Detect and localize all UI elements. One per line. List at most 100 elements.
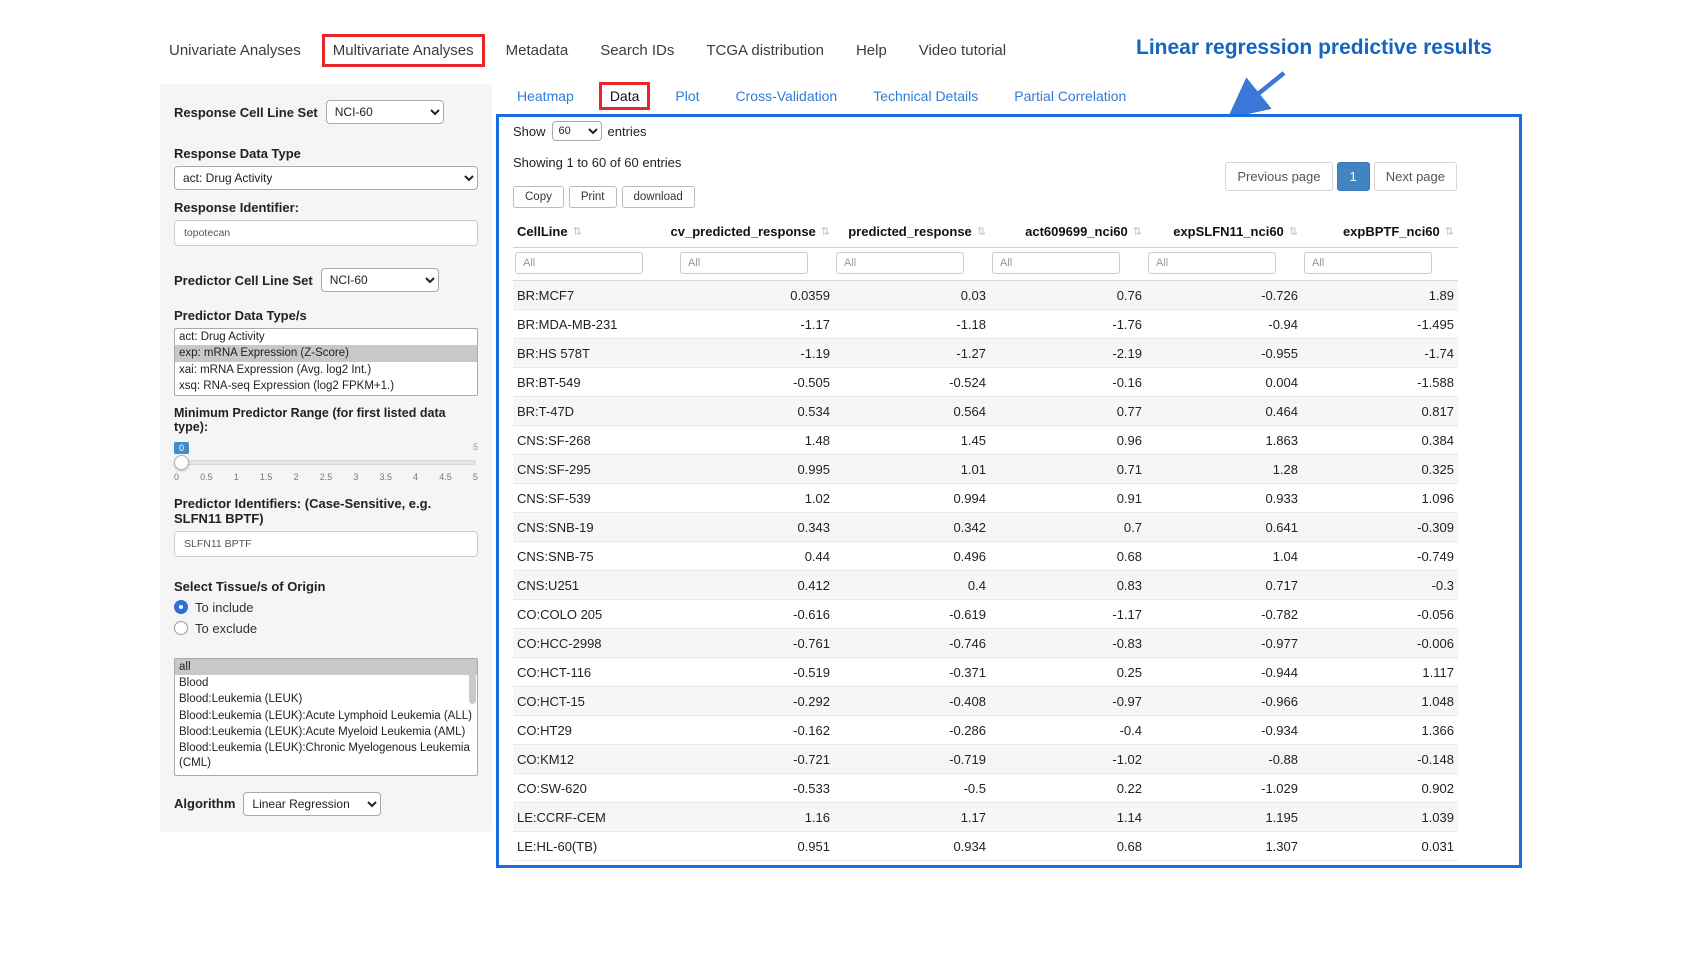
scrollbar[interactable] [469,660,476,704]
value-cell: -1.74 [1302,339,1458,368]
value-cell: 1.096 [1302,484,1458,513]
listbox-option[interactable]: act: Drug Activity [175,329,477,345]
column-filter-input[interactable] [1148,252,1276,274]
next-page-button[interactable]: Next page [1374,162,1457,191]
value-cell: -0.3 [1302,571,1458,600]
value-cell: 1.89 [1302,281,1458,310]
value-cell: 0.83 [990,571,1146,600]
value-cell: -0.88 [1146,745,1302,774]
response-identifier-input[interactable] [174,220,478,246]
response-data-type-select[interactable]: act: Drug Activity [174,166,478,190]
slider-handle[interactable] [174,455,189,470]
value-cell: 1.28 [1146,455,1302,484]
entries-count-select[interactable]: 60 [552,121,602,141]
tab-data[interactable]: Data [599,82,651,110]
column-filter-input[interactable] [836,252,964,274]
tab-cross-validation[interactable]: Cross-Validation [725,82,849,110]
cellline-cell: BR:BT-549 [513,368,678,397]
tab-plot[interactable]: Plot [664,82,710,110]
sort-icon[interactable]: ⇅ [573,225,582,238]
column-filter-input[interactable] [515,252,643,274]
slider-ticks: 00.511.522.533.544.55 [174,472,478,482]
tab-heatmap[interactable]: Heatmap [506,82,585,110]
column-filter-input[interactable] [680,252,808,274]
predictor-cell-line-set-select[interactable]: NCI-60 [321,268,439,292]
value-cell: -0.286 [834,716,990,745]
results-panel: Show 60 entries Showing 1 to 60 of 60 en… [496,114,1522,868]
value-cell: 0.004 [1146,368,1302,397]
column-header-act609699-nci60[interactable]: act609699_nci60⇅ [990,216,1146,248]
value-cell: 0.68 [990,542,1146,571]
value-cell: 0.464 [1146,397,1302,426]
value-cell: -0.524 [834,368,990,397]
table-row: CO:SW-620-0.533-0.50.22-1.0290.902 [513,774,1458,803]
listbox-option[interactable]: Blood [175,675,477,691]
nav-item-search-ids[interactable]: Search IDs [589,34,685,67]
cellline-cell: CNS:SF-539 [513,484,678,513]
table-row: CNS:SNB-190.3430.3420.70.641-0.309 [513,513,1458,542]
pagination: Previous page 1 Next page [1225,162,1457,191]
tab-technical-details[interactable]: Technical Details [862,82,989,110]
listbox-option[interactable]: xai: mRNA Expression (Avg. log2 Int.) [175,362,477,378]
response-cell-line-set-select[interactable]: NCI-60 [326,100,444,124]
column-header-cv-predicted-response[interactable]: cv_predicted_response⇅ [678,216,834,248]
value-cell: 0.564 [834,397,990,426]
value-cell: 0.951 [678,832,834,861]
listbox-option[interactable]: xsq: RNA-seq Expression (log2 FPKM+1.) [175,378,477,394]
value-cell: -0.292 [678,687,834,716]
value-cell: -0.934 [1146,716,1302,745]
print-button[interactable]: Print [569,186,617,208]
listbox-option[interactable]: all [175,659,477,675]
previous-page-button[interactable]: Previous page [1225,162,1332,191]
sort-icon[interactable]: ⇅ [977,225,986,238]
column-header-expslfn11-nci60[interactable]: expSLFN11_nci60⇅ [1146,216,1302,248]
listbox-option[interactable]: exp: mRNA Expression (Z-Score) [175,345,477,361]
value-cell: 0.71 [990,455,1146,484]
slider-tick-label: 3.5 [379,472,392,482]
tissue-include-radio[interactable]: To include [174,600,478,615]
value-cell: 0.496 [834,542,990,571]
cellline-cell: BR:MDA-MB-231 [513,310,678,339]
download-button[interactable]: download [622,186,695,208]
value-cell: 0.03 [834,281,990,310]
nav-item-univariate-analyses[interactable]: Univariate Analyses [158,34,312,67]
listbox-option[interactable]: Blood:Leukemia (LEUK):Acute Myeloid Leuk… [175,724,477,740]
current-page-button[interactable]: 1 [1337,162,1370,191]
cellline-cell: BR:HS 578T [513,339,678,368]
nav-item-multivariate-analyses[interactable]: Multivariate Analyses [322,34,485,67]
sort-icon[interactable]: ⇅ [1289,225,1298,238]
value-cell: 1.048 [1302,687,1458,716]
nav-item-tcga-distribution[interactable]: TCGA distribution [695,34,835,67]
value-cell: 0.534 [678,397,834,426]
copy-button[interactable]: Copy [513,186,564,208]
column-filter-input[interactable] [992,252,1120,274]
slider-tick-label: 0.5 [200,472,213,482]
value-cell: 1.195 [1146,803,1302,832]
cellline-cell: CNS:U251 [513,571,678,600]
listbox-option[interactable]: Blood:Leukemia (LEUK):Chronic Myelogenou… [175,740,477,771]
listbox-option[interactable]: Blood:Leukemia (LEUK):Acute Lymphoid Leu… [175,708,477,724]
nav-item-video-tutorial[interactable]: Video tutorial [908,34,1017,67]
tissue-exclude-radio[interactable]: To exclude [174,621,478,636]
nav-item-help[interactable]: Help [845,34,898,67]
listbox-option[interactable]: Blood:Leukemia (LEUK) [175,691,477,707]
tab-partial-correlation[interactable]: Partial Correlation [1003,82,1137,110]
value-cell: -0.616 [678,600,834,629]
sort-icon[interactable]: ⇅ [1133,225,1142,238]
value-cell: 0.0359 [678,281,834,310]
value-cell: -0.148 [1302,745,1458,774]
column-header-expbptf-nci60[interactable]: expBPTF_nci60⇅ [1302,216,1458,248]
sort-icon[interactable]: ⇅ [1445,225,1454,238]
algorithm-select[interactable]: Linear Regression [243,792,381,816]
value-cell: -0.162 [678,716,834,745]
sort-icon[interactable]: ⇅ [821,225,830,238]
column-header-predicted-response[interactable]: predicted_response⇅ [834,216,990,248]
predictor-identifiers-input[interactable] [174,531,478,557]
slider-track[interactable] [176,460,476,465]
column-header-cellline[interactable]: CellLine⇅ [513,216,678,248]
table-row: CNS:SF-5391.020.9940.910.9331.096 [513,484,1458,513]
cellline-cell: CO:SW-620 [513,774,678,803]
value-cell: -0.955 [1146,339,1302,368]
nav-item-metadata[interactable]: Metadata [495,34,580,67]
column-filter-input[interactable] [1304,252,1432,274]
